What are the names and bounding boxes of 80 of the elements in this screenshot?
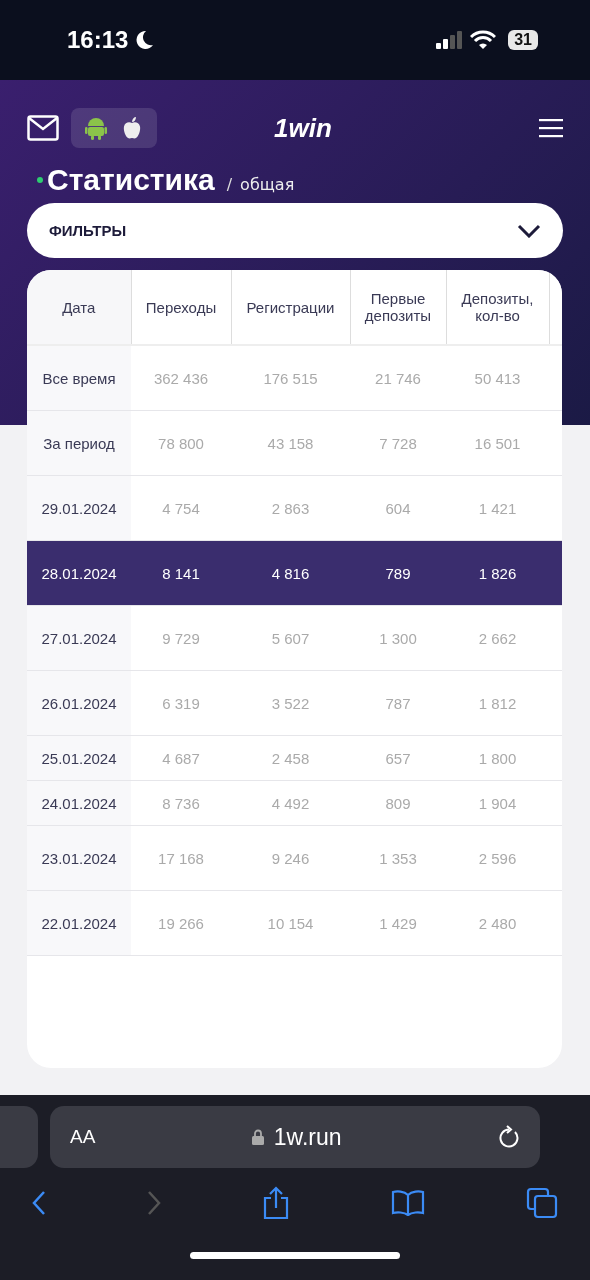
table-cell: 1 826: [446, 540, 549, 606]
table-cell: 10 154: [231, 890, 350, 956]
table-cell: 9 729: [131, 605, 231, 671]
table-cell: Все время: [27, 345, 131, 411]
table-cell: 5 607: [231, 605, 350, 671]
table-cell: 1 300: [350, 605, 446, 671]
column-header: Дата: [27, 270, 131, 345]
table-cell: 787: [350, 670, 446, 736]
table-cell: 657: [350, 735, 446, 781]
table-cell: 43 158: [231, 410, 350, 476]
filters-dropdown[interactable]: ФИЛЬТРЫ: [27, 203, 563, 258]
table-cell: 17 168: [131, 825, 231, 891]
android-icon[interactable]: [85, 116, 107, 140]
table-cell: 809: [350, 780, 446, 826]
address-bar[interactable]: AA 1w.run: [50, 1106, 540, 1168]
column-header: Первые депозиты: [350, 270, 446, 345]
logo[interactable]: 1win: [157, 112, 449, 144]
table-cell: 6 319: [131, 670, 231, 736]
table-cell: 2 458: [231, 735, 350, 781]
table-cell: 19 266: [131, 890, 231, 956]
table-cell: 25.01.2024: [27, 735, 131, 781]
table-cell: 2 596: [446, 825, 549, 891]
table-cell: 4 492: [231, 780, 350, 826]
table-cell: 1 800: [446, 735, 549, 781]
table-cell: 28.01.2024: [27, 540, 131, 606]
mail-icon[interactable]: [27, 115, 59, 141]
back-icon[interactable]: [32, 1190, 46, 1216]
table-cell: 9 246: [231, 825, 350, 891]
tabs-icon[interactable]: [526, 1187, 558, 1219]
lock-icon: [251, 1129, 264, 1145]
table-cell: 1 421: [446, 475, 549, 541]
table-cell: 22.01.2024: [27, 890, 131, 956]
table-cell: 3 522: [231, 670, 350, 736]
wifi-icon: [470, 30, 497, 50]
column-header: Депозиты, кол-во: [446, 270, 549, 345]
book-icon[interactable]: [391, 1190, 425, 1216]
menu-icon[interactable]: [539, 118, 563, 138]
table-cell: 8 141: [131, 540, 231, 606]
table-cell: 1 429: [350, 890, 446, 956]
table-cell: 2 863: [231, 475, 350, 541]
table-cell: 7 728: [350, 410, 446, 476]
table-cell: 176 515: [231, 345, 350, 411]
reload-icon[interactable]: [498, 1125, 520, 1149]
table-cell: За период: [27, 410, 131, 476]
table-cell: 362 436: [131, 345, 231, 411]
column-header: Регистрации: [231, 270, 350, 345]
text-size-button[interactable]: AA: [70, 1126, 96, 1148]
table-cell: 16 501: [446, 410, 549, 476]
table-cell: 23.01.2024: [27, 825, 131, 891]
breadcrumb-separator: /: [226, 175, 233, 194]
column-header: Переходы: [131, 270, 231, 345]
chevron-icon: [517, 223, 541, 238]
table-cell: 78 800: [131, 410, 231, 476]
table-cell: 1 904: [446, 780, 549, 826]
table-cell: 604: [350, 475, 446, 541]
table-cell: 789: [350, 540, 446, 606]
share-icon[interactable]: [262, 1186, 290, 1220]
table-cell: 2 480: [446, 890, 549, 956]
page-title: Статистика: [47, 163, 215, 197]
table-cell: 2 662: [446, 605, 549, 671]
table-cell: 27.01.2024: [27, 605, 131, 671]
url-text: 1w.run: [273, 1123, 342, 1151]
breadcrumb-subtitle: общая: [240, 175, 295, 194]
apple-icon[interactable]: [121, 116, 143, 140]
table-cell: 26.01.2024: [27, 670, 131, 736]
table-cell: 4 687: [131, 735, 231, 781]
table-cell: 8 736: [131, 780, 231, 826]
table-cell: 21 746: [350, 345, 446, 411]
table-cell: 29.01.2024: [27, 475, 131, 541]
table-cell: 4 754: [131, 475, 231, 541]
table-cell: 24.01.2024: [27, 780, 131, 826]
signal-icon: [436, 31, 463, 49]
battery-indicator: 31: [508, 30, 538, 50]
table-cell: 1 812: [446, 670, 549, 736]
status-dot-icon: [37, 177, 43, 183]
status-time: 16:13: [67, 26, 129, 54]
table-cell: 4 816: [231, 540, 350, 606]
table-cell: 50 413: [446, 345, 549, 411]
moon-icon: [136, 30, 155, 50]
table-cell: 1 353: [350, 825, 446, 891]
